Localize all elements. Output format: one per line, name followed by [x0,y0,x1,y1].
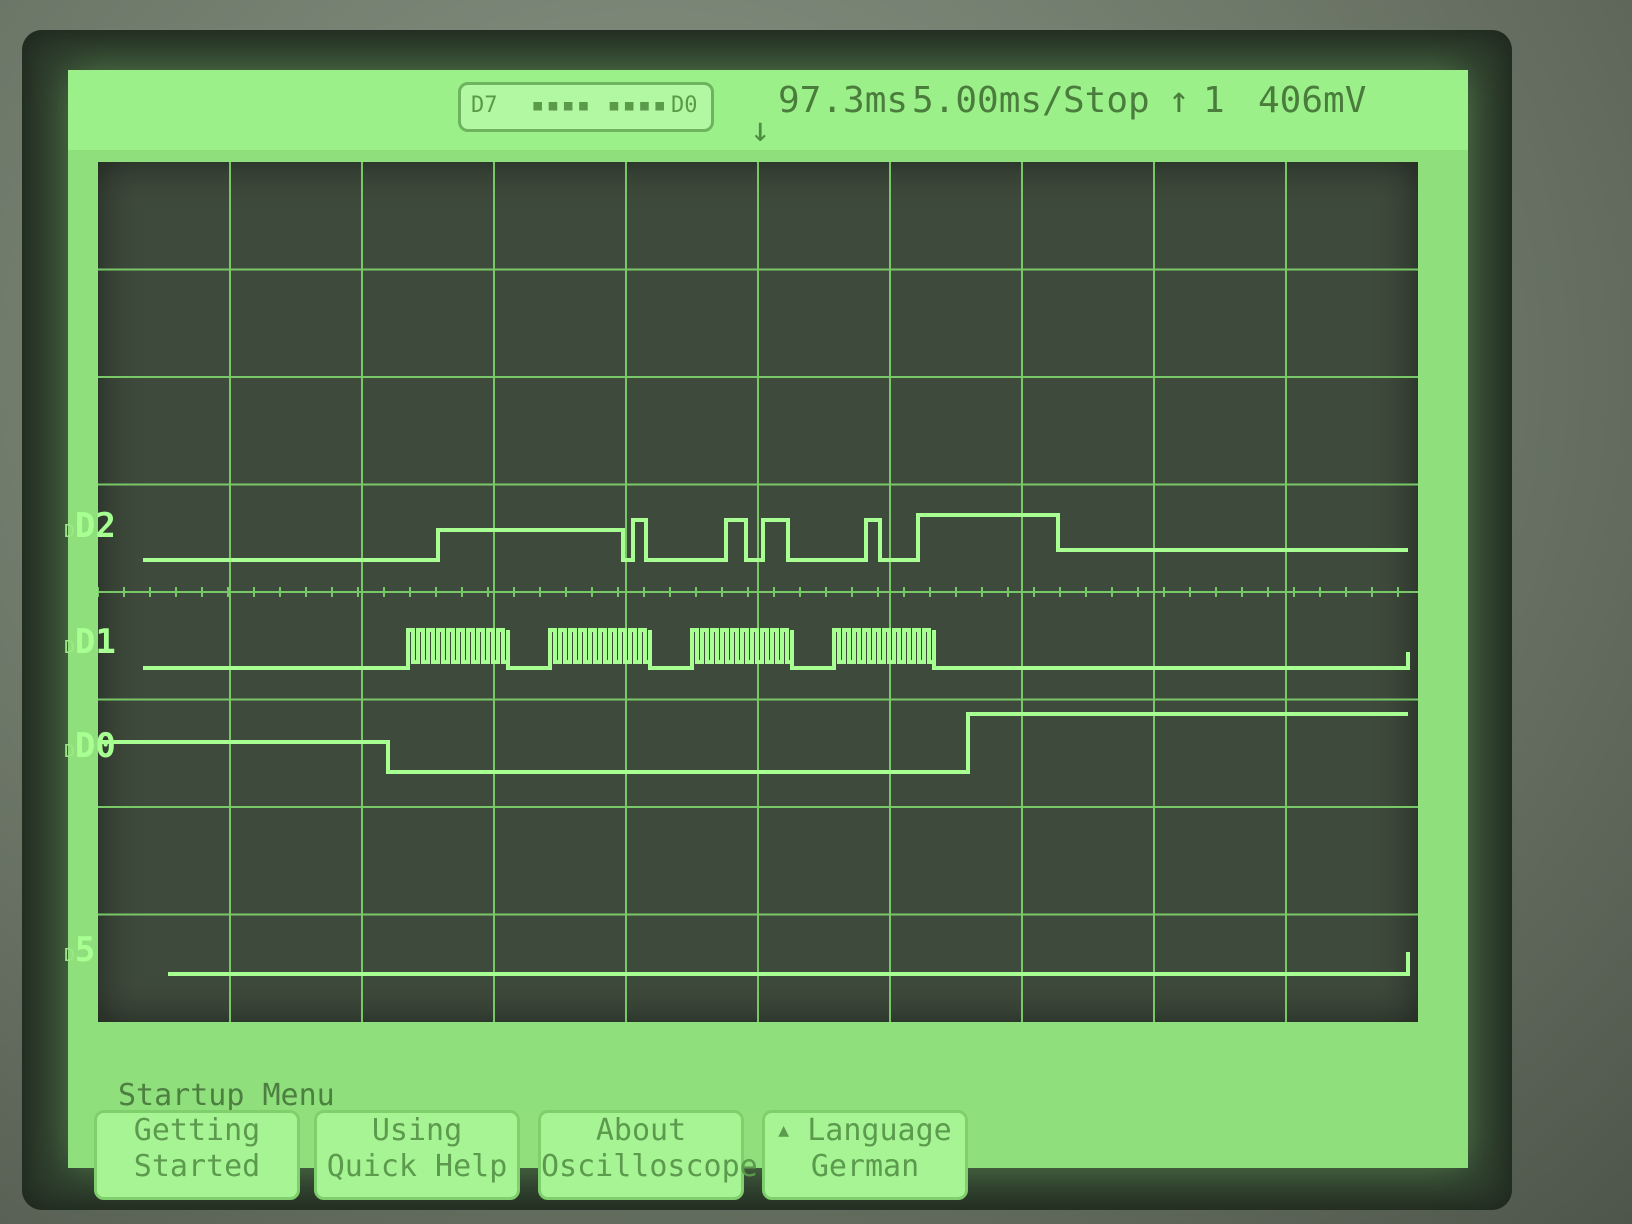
trace-d2 [143,513,1408,562]
softkey-line1: Language [807,1113,952,1148]
menu-up-arrow-icon: ▲ [778,1120,790,1141]
oscilloscope-screen: D7 ▪▪▪▪ ▪▪▪▪ D0 ↓ 97.3ms 5.00ms/ Stop ↑ … [64,70,1468,1200]
channel-label-d1: DD1 [64,622,116,662]
graticule [98,162,1418,1022]
softkey-line1: Using [371,1113,463,1148]
trace-5 [168,952,1410,976]
softkey-line2: Oscilloscope [541,1149,758,1184]
trace-d1 [143,628,1410,670]
channel-badge-dots: ▪▪▪▪ ▪▪▪▪ [531,93,669,118]
getting-started-button[interactable]: Getting Started [94,1110,300,1200]
trigger-position-icon: ↓ [750,110,771,150]
digital-channel-badge[interactable]: D7 ▪▪▪▪ ▪▪▪▪ D0 [458,82,714,132]
channel-badge-left: D7 [471,93,498,118]
run-state[interactable]: Stop [1063,80,1150,121]
time-per-div[interactable]: 5.00ms/ [912,80,1064,121]
trigger-level[interactable]: 406mV [1258,80,1366,121]
time-offset[interactable]: 97.3ms [778,80,908,121]
softkey-line2: Started [133,1149,261,1184]
trigger-source[interactable]: 1 [1203,80,1225,121]
waveform-display [98,162,1418,1022]
channel-label-5: D5 [64,930,96,970]
trigger-slope-icon: ↑ [1168,80,1190,121]
menu-title: Startup Menu [118,1078,335,1113]
status-bar: D7 ▪▪▪▪ ▪▪▪▪ D0 ↓ 97.3ms 5.00ms/ Stop ↑ … [68,70,1468,150]
waveform-traces [98,513,1410,976]
using-quick-help-button[interactable]: Using Quick Help [314,1110,520,1200]
about-oscilloscope-button[interactable]: About Oscilloscope [538,1110,758,1200]
softkey-line1: About [595,1113,687,1148]
channel-label-d2: DD2 [64,506,116,546]
softkey-line2: German [810,1149,920,1184]
trace-d0 [98,712,1408,774]
softkey-line1: Getting [133,1113,261,1148]
channel-badge-right: D0 [671,93,698,118]
grid-lines [98,162,1418,1022]
channel-label-d0: DD0 [64,726,116,766]
softkey-line2: Quick Help [326,1149,508,1184]
language-button[interactable]: ▲ Language German [762,1110,968,1200]
